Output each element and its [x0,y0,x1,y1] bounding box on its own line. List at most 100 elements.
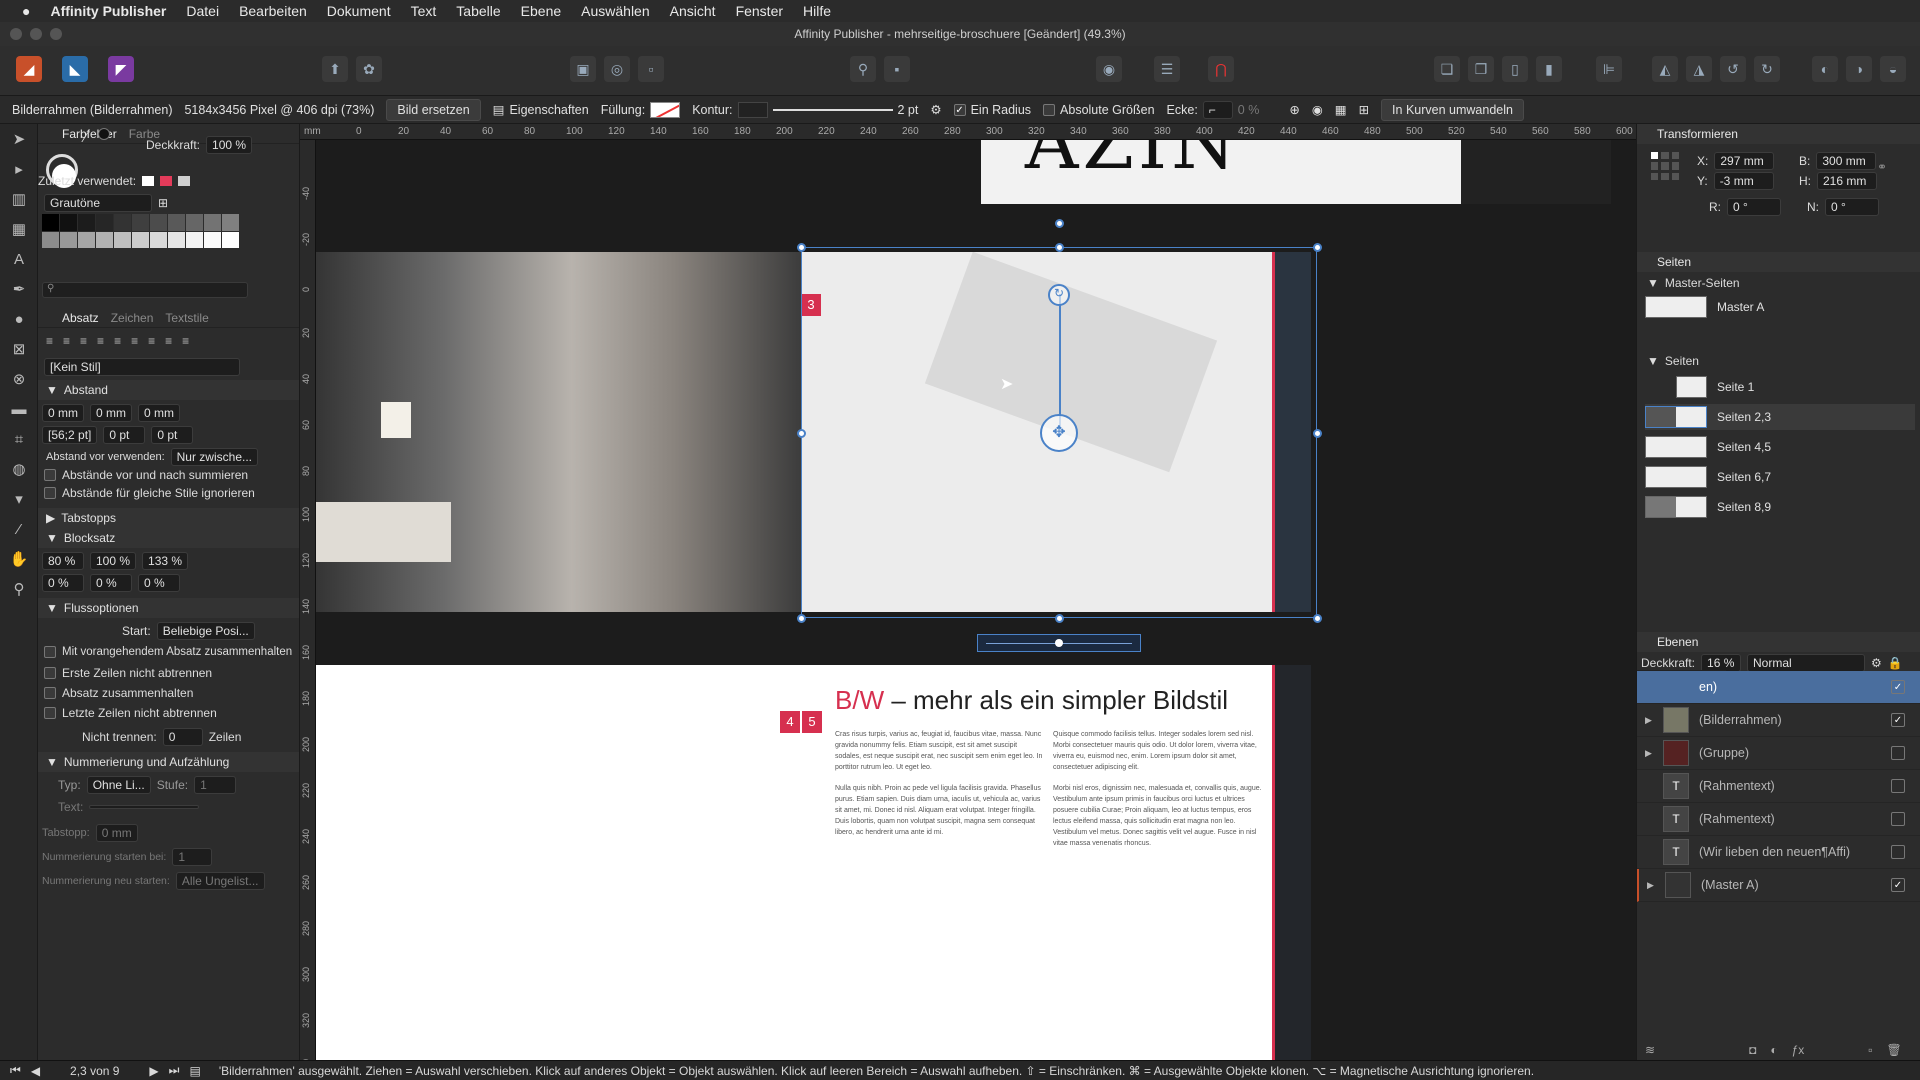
sum-spacing-checkbox[interactable] [44,469,56,481]
letter-spacing-min-field[interactable]: 0 % [42,574,84,592]
recent-swatch-gray[interactable] [178,176,191,186]
resize-handle-br[interactable] [1313,614,1322,623]
page-row-8-9[interactable]: Seiten 8,9 [1645,494,1915,520]
prev-page-icon[interactable]: ◀ [31,1064,40,1078]
align-left-icon[interactable]: ≡ [46,334,53,348]
crosshair-icon[interactable]: ⊕ [1289,102,1299,117]
page-row-6-7[interactable]: Seiten 6,7 [1645,464,1915,490]
corner-field[interactable]: Ecke: ⌐ 0 % [1167,100,1259,119]
menu-tabelle[interactable]: Tabelle [456,3,500,19]
space-use-select[interactable]: Nur zwische... [170,448,258,466]
transform-panel-title[interactable]: Transformieren [1637,124,1920,144]
resize-handle-r[interactable] [1313,429,1322,438]
shape-tool-icon[interactable]: ● [0,304,38,334]
menu-fenster[interactable]: Fenster [736,3,783,19]
layer-frame-text-1-visibility[interactable] [1891,779,1905,793]
section-blocksatz[interactable]: ▼ Blocksatz [38,528,299,548]
letter-spacing-max-field[interactable]: 0 % [138,574,180,592]
place-image-tool-icon[interactable]: ▬ [0,394,38,424]
scale-slider-knob[interactable] [1055,639,1063,647]
layer-selected-visibility[interactable]: ✓ [1891,680,1905,694]
boolean-intersect-icon[interactable]: ◒ [1880,56,1906,82]
justify-left-icon[interactable]: ≡ [97,334,104,348]
menu-bearbeiten[interactable]: Bearbeiten [239,3,307,19]
tabstop-field[interactable]: 0 mm [95,824,138,842]
menu-ansicht[interactable]: Ansicht [670,3,716,19]
content-rotate-icon[interactable]: ↻ [1048,284,1070,306]
adjustment-icon[interactable]: ◐ [1770,1043,1777,1057]
assistant-icon[interactable]: ✿ [356,56,382,82]
layer-row-frame-text-2[interactable]: T (Rahmentext) [1637,803,1920,836]
page-row-4-5[interactable]: Seiten 4,5 [1645,434,1915,460]
page-list-icon[interactable]: ▤ [189,1064,200,1078]
black-color-dot[interactable] [98,128,110,140]
link-icon[interactable]: ▪ [884,56,910,82]
level-field[interactable]: 1 [194,776,237,794]
resize-handle-tr[interactable] [1313,243,1322,252]
width-field[interactable]: 300 mm [1816,152,1877,170]
minimize-window-button[interactable] [30,28,42,40]
layer-frame-text-3-visibility[interactable] [1891,845,1905,859]
stroke-width-value[interactable]: 2 pt [898,103,919,117]
menu-ebene[interactable]: Ebene [521,3,561,19]
section-tabstopps[interactable]: ▶ Tabstopps [38,508,299,528]
pin-icon[interactable]: ⚲ [850,56,876,82]
page-indicator[interactable]: 2,3 von 9 [70,1064,119,1078]
move-tool-icon[interactable]: ➤ [0,124,38,154]
fill-field[interactable]: Füllung: [601,101,681,118]
publisher-persona-icon[interactable]: ◢ [16,56,42,82]
menu-hilfe[interactable]: Hilfe [803,3,831,19]
artistic-text-tool-icon[interactable]: A [0,244,38,274]
resize-handle-t[interactable] [1055,243,1064,252]
fx-icon[interactable]: ƒx [1792,1043,1805,1057]
page-row-1[interactable]: Seite 1 [1645,374,1915,400]
fill-tool-icon[interactable]: ▾ [0,484,38,514]
menu-auswaehlen[interactable]: Auswählen [581,3,650,19]
horizontal-ruler[interactable]: mm 0 20 40 60 80 100 120 140 160 180 200 220 240 260 2… [300,124,1636,140]
one-radius-checkbox[interactable]: ✓ [953,103,966,116]
align-away-spine-icon[interactable]: ≡ [182,334,189,348]
menu-app-name[interactable]: Affinity Publisher [50,3,166,19]
layer-row-master[interactable]: ▶ (Master A) ✓ [1637,869,1920,902]
document-canvas[interactable]: AZIN 3 ↻ ✥ ➤ B/W – mehr als ein simpler … [300,124,1636,1060]
view-icon[interactable]: ◉ [1312,102,1323,117]
resize-handle-b[interactable] [1055,614,1064,623]
flow-opt-2-checkbox[interactable] [44,687,56,699]
layer-settings-icon[interactable]: ⚙ [1871,656,1882,670]
layer-row-picture-frame[interactable]: ▶ (Bilderrahmen) ✓ [1637,704,1920,737]
align-towards-spine-icon[interactable]: ≡ [165,334,172,348]
type-select[interactable]: Ohne Li... [86,776,151,794]
zoom-tool-icon[interactable]: ⚲ [0,574,38,604]
color-picker-tool-icon[interactable]: ◍ [0,454,38,484]
snapping-magnet-icon[interactable]: ⋂ [1208,56,1234,82]
view-mode-icon[interactable]: ◎ [604,56,630,82]
stroke-width-slider[interactable] [772,108,893,111]
grid-icon[interactable]: ☰ [1154,56,1180,82]
fill-swatch[interactable] [650,101,681,118]
swatch-search-input[interactable]: ⚲ [42,282,248,298]
expand-layer-icon[interactable]: ▶ [1645,715,1652,726]
photo-persona-icon[interactable]: ◤ [108,56,134,82]
section-flussoptionen[interactable]: ▼ Flussoptionen [38,598,299,618]
expand-group-icon[interactable]: ▶ [1645,748,1652,759]
next-page-icon[interactable]: ▶ [149,1064,158,1078]
left-page-4[interactable] [300,665,801,1060]
rotate-left-icon[interactable]: ↺ [1720,56,1746,82]
word-spacing-desired-field[interactable]: 100 % [90,552,137,570]
last-page-icon[interactable]: ⏭ [169,1063,180,1078]
delete-layer-icon[interactable]: 🗑 [1887,1043,1902,1057]
hand-tool-icon[interactable]: ✋ [0,544,38,574]
section-abstand[interactable]: ▼ Abstand [38,380,299,400]
align-icon[interactable]: ⊫ [1596,56,1622,82]
rotate-handle[interactable] [1055,219,1064,228]
rotation-field[interactable]: 0 ° [1727,198,1781,216]
layer-row-group[interactable]: ▶ (Gruppe) [1637,737,1920,770]
justify-right-icon[interactable]: ≡ [131,334,138,348]
menu-dokument[interactable]: Dokument [327,3,391,19]
pen-tool-icon[interactable]: ✒ [0,274,38,304]
master-a-row[interactable]: Master A [1645,294,1915,320]
node-tool-icon[interactable]: ▸ [0,154,38,184]
image-info[interactable]: 5184x3456 Pixel @ 406 dpi (73%) [184,103,374,117]
section-nummerierung[interactable]: ▼ Nummerierung und Aufzählung [38,752,299,772]
mask-icon[interactable]: ◘ [1749,1043,1756,1057]
